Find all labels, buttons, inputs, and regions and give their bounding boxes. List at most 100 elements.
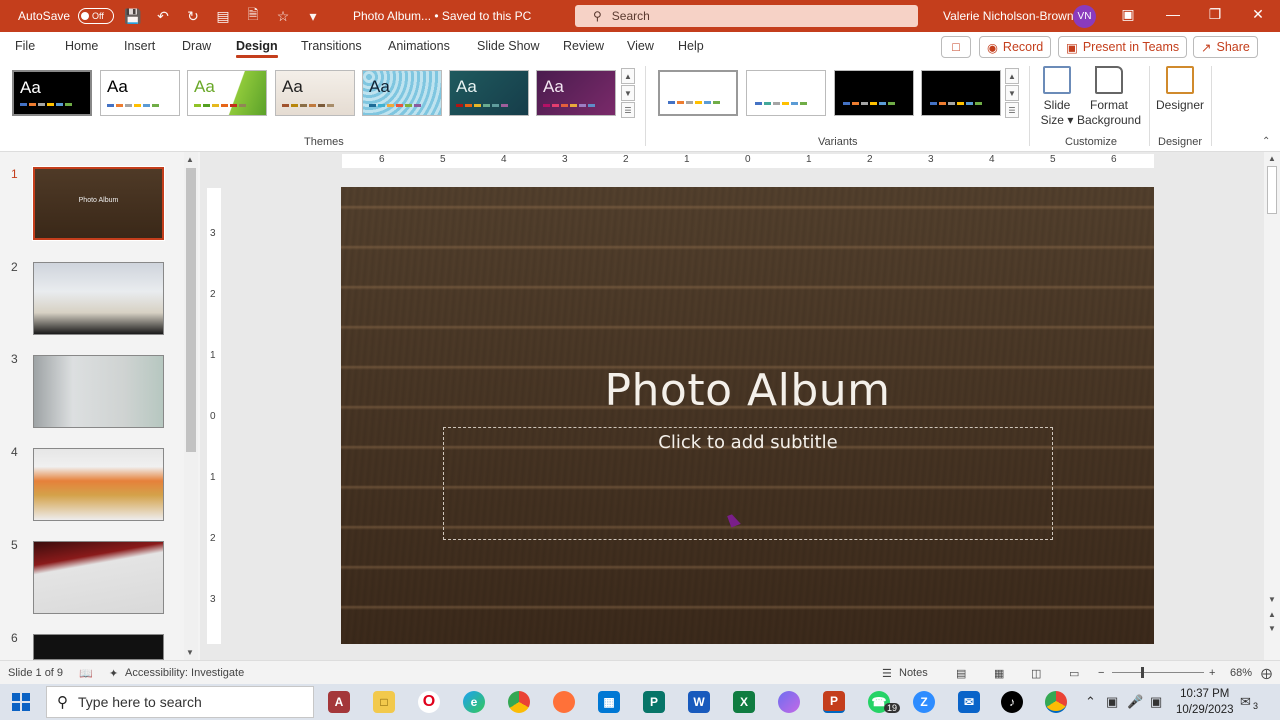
variant-2[interactable] (746, 70, 826, 116)
tab-draw[interactable]: Draw (182, 39, 211, 53)
vertical-ruler[interactable]: 3 2 1 0 1 2 3 (207, 188, 221, 644)
search-box[interactable]: ⚲ (575, 5, 918, 27)
record-button[interactable]: ◉ Record (979, 36, 1052, 58)
chrome-icon-2[interactable] (1045, 691, 1067, 713)
horizontal-ruler[interactable]: 6 5 4 3 2 1 0 1 2 3 4 5 6 (342, 154, 1154, 168)
minimize-icon[interactable]: — (1158, 6, 1188, 22)
edge-icon[interactable]: e (463, 691, 485, 713)
close-icon[interactable]: ✕ (1243, 6, 1273, 23)
slide-sorter-icon[interactable]: ▦ (994, 667, 1004, 680)
slide-show-icon[interactable]: ▭ (1069, 667, 1079, 680)
spelling-icon[interactable]: 📖 (79, 667, 93, 680)
theme-ion[interactable]: Aa (449, 70, 529, 116)
scroll-down-icon[interactable]: ▼ (186, 648, 194, 657)
taskbar-clock[interactable]: 10:37 PM 10/29/2023 (1176, 686, 1234, 718)
firefox-icon[interactable] (553, 691, 575, 713)
document-title[interactable]: Photo Album... • Saved to this PC (353, 9, 531, 23)
notes-icon[interactable]: ☰ (882, 667, 892, 680)
scrollbar-thumb[interactable] (186, 168, 196, 452)
zoom-slider-track[interactable] (1112, 672, 1204, 673)
notes-button[interactable]: Notes (899, 667, 928, 679)
file-explorer-icon[interactable]: □ (373, 691, 395, 713)
customize-qat-icon[interactable]: ▾ (302, 8, 324, 25)
share-button[interactable]: ↗ Share (1193, 36, 1258, 58)
tab-review[interactable]: Review (563, 39, 604, 53)
zoom-out-icon[interactable]: − (1098, 667, 1104, 679)
excel-icon[interactable]: X (733, 691, 755, 713)
meet-icon[interactable]: ▣ (1106, 694, 1118, 710)
slide-thumbnail-3[interactable] (33, 355, 164, 428)
scrollbar-thumb[interactable] (1267, 166, 1277, 214)
present-in-teams-button[interactable]: ▣ Present in Teams (1058, 36, 1188, 58)
slide-size-button[interactable]: Slide Size ▾ (1038, 66, 1076, 128)
slide-thumbnail-6[interactable] (33, 634, 164, 660)
next-slide-icon[interactable]: ▼ (1268, 624, 1276, 633)
chrome-icon[interactable] (508, 691, 530, 713)
slide-thumbnail-2[interactable] (33, 262, 164, 335)
tiktok-icon[interactable]: ♪ (1001, 691, 1023, 713)
save-icon[interactable]: 💾 (122, 8, 144, 25)
show-hidden-icons-icon[interactable]: ⌃ (1085, 694, 1096, 710)
tab-animations[interactable]: Animations (388, 39, 450, 53)
taskbar-search[interactable]: ⚲ (46, 686, 314, 718)
notifications-icon[interactable]: ✉ (1240, 694, 1251, 710)
user-name[interactable]: Valerie Nicholson-Brown (943, 9, 1074, 23)
theme-ion-boardroom[interactable]: Aa (536, 70, 616, 116)
themes-scroll-down-icon[interactable]: ▼ (621, 85, 635, 101)
network-icon[interactable]: ▣ (1150, 694, 1162, 710)
slides-pane-scrollbar[interactable]: ▲ ▼ (184, 152, 198, 660)
collapse-ribbon-icon[interactable]: ⌃ (1262, 136, 1270, 147)
zoom-slider-thumb[interactable] (1141, 667, 1144, 678)
windows-start-icon[interactable] (12, 693, 30, 711)
zoom-icon[interactable]: Z (913, 691, 935, 713)
access-icon[interactable]: A (328, 691, 350, 713)
variants-more-icon[interactable]: ☰ (1005, 102, 1019, 118)
designer-button[interactable]: Designer (1156, 66, 1204, 113)
scroll-up-icon[interactable]: ▲ (1268, 154, 1276, 163)
mail-icon[interactable]: ✉ (958, 691, 980, 713)
maximize-icon[interactable]: ❐ (1200, 6, 1230, 23)
theme-ion-pattern[interactable]: Aa (362, 70, 442, 116)
variant-1[interactable] (658, 70, 738, 116)
format-background-button[interactable]: Format Background (1076, 66, 1142, 128)
subtitle-placeholder[interactable]: Click to add subtitle (443, 427, 1053, 540)
normal-view-icon[interactable]: ▤ (956, 667, 966, 680)
microphone-icon[interactable]: 🎤 (1127, 694, 1143, 710)
editor-scrollbar[interactable]: ▲ ▼ ▲ ▼ (1264, 152, 1280, 660)
scroll-up-icon[interactable]: ▲ (186, 155, 194, 164)
theme-facet[interactable]: Aa (187, 70, 267, 116)
themes-more-icon[interactable]: ☰ (621, 102, 635, 118)
tab-insert[interactable]: Insert (124, 39, 155, 53)
redo-icon[interactable]: ↻ (182, 8, 204, 25)
slide-thumbnail-4[interactable] (33, 448, 164, 521)
present-from-start-icon[interactable]: ▤ (212, 8, 234, 25)
undo-icon[interactable]: ↶ (152, 8, 174, 25)
slide-thumbnail-5[interactable] (33, 541, 164, 614)
tab-file[interactable]: File (15, 39, 35, 53)
theme-office[interactable]: Aa (100, 70, 180, 116)
variant-3[interactable] (834, 70, 914, 116)
search-input[interactable] (611, 9, 872, 23)
comments-button[interactable]: □ (941, 36, 971, 58)
new-file-icon[interactable]: 🗎 (242, 4, 264, 28)
zoom-in-icon[interactable]: + (1209, 667, 1215, 679)
tab-help[interactable]: Help (678, 39, 704, 53)
slide-counter[interactable]: Slide 1 of 9 (8, 667, 63, 679)
variant-4[interactable] (921, 70, 1001, 116)
tab-design[interactable]: Design (236, 39, 278, 58)
theme-office-dark[interactable]: Aa (12, 70, 92, 116)
publisher-icon[interactable]: P (643, 691, 665, 713)
tab-transitions[interactable]: Transitions (301, 39, 362, 53)
accessibility-status[interactable]: Accessibility: Investigate (125, 667, 244, 679)
ribbon-display-icon[interactable]: ▣ (1113, 6, 1143, 23)
slide-thumbnail-1[interactable]: Photo Album (32, 166, 165, 241)
slide-title[interactable]: Photo Album (341, 365, 1154, 416)
reading-view-icon[interactable]: ◫ (1031, 667, 1041, 680)
powerpoint-icon[interactable]: P (823, 691, 845, 713)
zoom-level[interactable]: 68% (1230, 667, 1252, 679)
themes-scroll-up-icon[interactable]: ▲ (621, 68, 635, 84)
theme-integral[interactable]: Aa (275, 70, 355, 116)
copilot-icon[interactable] (778, 691, 800, 713)
avatar[interactable]: VN (1073, 5, 1096, 28)
fit-to-window-icon[interactable]: ⨁ (1261, 667, 1272, 680)
